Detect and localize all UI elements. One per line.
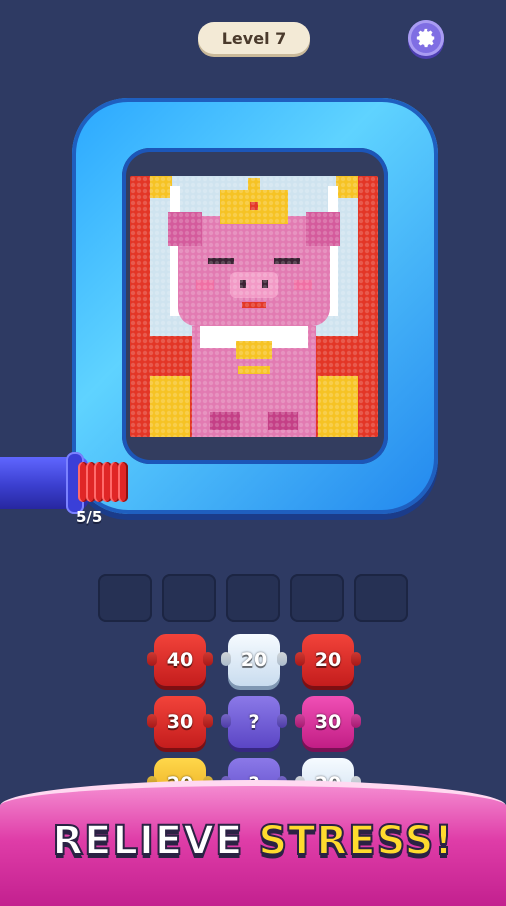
pixel-art-picture [130,176,378,437]
progress-counter: 5/5 [76,508,103,526]
yarn-coil [78,462,128,502]
level-indicator: Level 7 [198,22,310,54]
banner-word-stress: STRESS! [257,817,454,865]
yarn-token[interactable]: 30 [302,696,354,748]
tray-slot[interactable] [354,574,408,622]
banner-word-relieve: RELIEVE [51,817,244,865]
yarn-token[interactable]: 20 [228,634,280,686]
yarn-token[interactable]: 20 [302,634,354,686]
yarn-token[interactable]: 30 [154,696,206,748]
promo-banner-text: RELIEVE STRESS! [0,817,506,865]
tray-slot[interactable] [226,574,280,622]
yarn-token[interactable]: 40 [154,634,206,686]
tray-slot[interactable] [162,574,216,622]
mystery-token[interactable]: ? [228,696,280,748]
settings-button[interactable] [408,20,444,56]
gear-icon [416,28,435,48]
tray-slot[interactable] [98,574,152,622]
tray-slot[interactable] [290,574,344,622]
